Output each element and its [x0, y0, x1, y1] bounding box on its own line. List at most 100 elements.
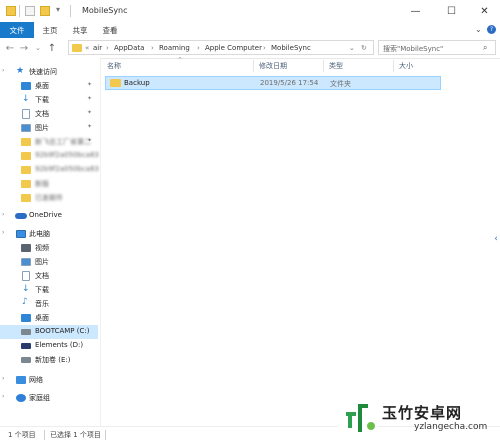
sidebar-item-label: 网络 — [29, 376, 43, 384]
watermark-url: yzlangecha.com — [414, 422, 488, 432]
forward-arrow-icon[interactable]: → — [18, 41, 30, 55]
chevron-right-icon: › — [197, 44, 200, 52]
sidebar-item-documents[interactable]: 文档 — [0, 269, 98, 283]
recent-locations-chevron-icon[interactable]: ⌄ — [32, 41, 44, 55]
drive-icon — [21, 357, 31, 363]
properties-icon[interactable] — [25, 6, 35, 16]
sidebar-item-elements-drive[interactable]: Elements (D:) — [0, 339, 98, 353]
breadcrumb-appdata[interactable]: AppData — [114, 44, 144, 52]
expand-chevron-icon[interactable]: › — [2, 375, 4, 382]
sidebar-item-label: 新版 — [35, 180, 49, 188]
window-title: MobileSync — [82, 6, 128, 15]
search-icon[interactable]: ⌕ — [483, 43, 487, 53]
search-placeholder: 搜索"MobileSync" — [383, 45, 444, 53]
address-dropdown-icon[interactable]: ⌄ — [349, 44, 355, 52]
sidebar-item-label: 文档 — [35, 272, 49, 280]
column-header-size[interactable]: 大小 — [399, 61, 413, 71]
sidebar-item-folder[interactable]: 92b9f2a050bca83 — [0, 149, 99, 163]
divider — [105, 430, 106, 440]
close-button[interactable]: ✕ — [469, 0, 500, 22]
computer-icon — [16, 230, 26, 238]
sidebar-item-downloads[interactable]: ↓ 下载 ✦ — [0, 93, 98, 107]
minimize-button[interactable]: — — [400, 0, 431, 22]
help-icon[interactable]: ? — [487, 25, 496, 34]
sidebar-item-pictures[interactable]: 图片 — [0, 255, 98, 269]
expand-chevron-icon[interactable]: › — [2, 211, 4, 218]
document-icon — [22, 271, 30, 281]
pin-icon: ✦ — [86, 123, 92, 130]
drive-icon — [21, 343, 31, 349]
table-row[interactable]: Backup 2019/5/26 17:54 文件夹 — [105, 76, 441, 90]
preview-pane-toggle-icon[interactable]: ‹ — [492, 232, 500, 246]
file-name: Backup — [124, 79, 150, 87]
tab-share[interactable]: 共享 — [66, 22, 94, 38]
sidebar-item-music[interactable]: ♪ 音乐 — [0, 297, 98, 311]
sidebar-item-label: 下载 — [35, 286, 49, 294]
expand-ribbon-icon[interactable]: ⌄ — [475, 25, 482, 34]
sidebar-item-pictures[interactable]: 图片 ✦ — [0, 121, 98, 135]
ribbon-tabs: 文件 主页 共享 查看 ⌄ ? — [0, 22, 500, 39]
customize-quick-access-icon[interactable]: ▾ — [56, 5, 60, 14]
sidebar-item-volume-e[interactable]: 新加卷 (E:) — [0, 353, 98, 367]
sidebar-item-desktop[interactable]: 桌面 ✦ — [0, 79, 98, 93]
maximize-button[interactable]: ☐ — [436, 0, 467, 22]
new-folder-icon[interactable] — [40, 6, 50, 16]
breadcrumb-air[interactable]: air — [93, 44, 102, 52]
breadcrumb-apple-computer[interactable]: Apple Computer — [205, 44, 262, 52]
overflow-icon[interactable]: « — [85, 44, 89, 52]
expand-chevron-icon[interactable]: › — [2, 67, 4, 74]
refresh-icon[interactable]: ↻ — [361, 44, 367, 52]
sidebar-item-quick-access[interactable]: › ★ 快速访问 — [0, 65, 98, 79]
drive-icon — [21, 329, 31, 335]
sidebar-item-label: 桌面 — [35, 314, 49, 322]
sidebar-item-folder[interactable]: 已发邮件 — [0, 191, 98, 205]
sidebar-item-this-pc[interactable]: › 此电脑 — [0, 227, 98, 241]
expand-chevron-icon[interactable]: › — [2, 393, 4, 400]
breadcrumb-roaming[interactable]: Roaming — [159, 44, 190, 52]
sidebar-item-bootcamp-drive[interactable]: BOOTCAMP (C:) — [0, 325, 98, 339]
tab-file[interactable]: 文件 — [0, 22, 34, 38]
sidebar-item-network[interactable]: › 网络 — [0, 373, 98, 387]
column-divider[interactable] — [393, 60, 394, 72]
address-row: ← → ⌄ ↑ « air › AppData › Roaming › Appl… — [0, 38, 500, 59]
sidebar-item-label: 已发邮件 — [35, 194, 63, 202]
tab-home[interactable]: 主页 — [36, 22, 64, 38]
address-bar[interactable]: « air › AppData › Roaming › Apple Comput… — [68, 40, 374, 55]
sidebar-item-label: 新飞总工厂省第二 — [35, 138, 91, 146]
network-icon — [16, 376, 26, 384]
sidebar-item-folder[interactable]: 新版 — [0, 177, 98, 191]
back-arrow-icon[interactable]: ← — [4, 41, 16, 55]
column-header-type[interactable]: 类型 — [329, 61, 343, 71]
sidebar-item-label: 音乐 — [35, 300, 49, 308]
sidebar-item-homegroup[interactable]: › 家庭组 — [0, 391, 98, 405]
folder-icon — [21, 152, 31, 160]
expand-chevron-icon[interactable]: › — [2, 229, 4, 236]
sidebar-item-pinned-folder[interactable]: 新飞总工厂省第二 ✦ — [0, 135, 98, 149]
sidebar-item-desktop[interactable]: 桌面 — [0, 311, 98, 325]
up-arrow-icon[interactable]: ↑ — [46, 41, 58, 55]
navigation-pane: › ★ 快速访问 桌面 ✦ ↓ 下载 ✦ 文档 ✦ 图片 ✦ 新飞总工厂省第二 … — [0, 58, 100, 426]
sidebar-item-label: 家庭组 — [29, 394, 50, 402]
watermark-title: 玉竹安卓网 — [382, 404, 463, 422]
sidebar-item-downloads[interactable]: ↓ 下载 — [0, 283, 98, 297]
search-input[interactable]: 搜索"MobileSync" ⌕ — [378, 40, 496, 55]
column-header-date[interactable]: 修改日期 — [259, 61, 287, 71]
column-header-name[interactable]: 名称 — [107, 61, 121, 71]
star-icon: ★ — [16, 66, 25, 76]
pin-icon: ✦ — [86, 95, 92, 102]
tab-view[interactable]: 查看 — [96, 22, 124, 38]
sidebar-item-folder[interactable]: 92b9f2a050bca83 — [0, 163, 99, 177]
desktop-icon — [21, 82, 31, 90]
column-divider[interactable] — [253, 60, 254, 72]
breadcrumb-mobilesync[interactable]: MobileSync — [271, 44, 311, 52]
column-divider[interactable] — [323, 60, 324, 72]
folder-icon — [21, 180, 31, 188]
sidebar-item-documents[interactable]: 文档 ✦ — [0, 107, 98, 121]
folder-icon — [72, 44, 82, 52]
sidebar-item-label: BOOTCAMP (C:) — [35, 327, 90, 335]
sidebar-item-label: 此电脑 — [29, 230, 50, 238]
sidebar-item-label: 92b9f2a050bca83 — [35, 165, 99, 173]
sidebar-item-videos[interactable]: 视频 — [0, 241, 98, 255]
pictures-icon — [21, 124, 31, 132]
sidebar-item-onedrive[interactable]: › OneDrive — [0, 209, 98, 223]
